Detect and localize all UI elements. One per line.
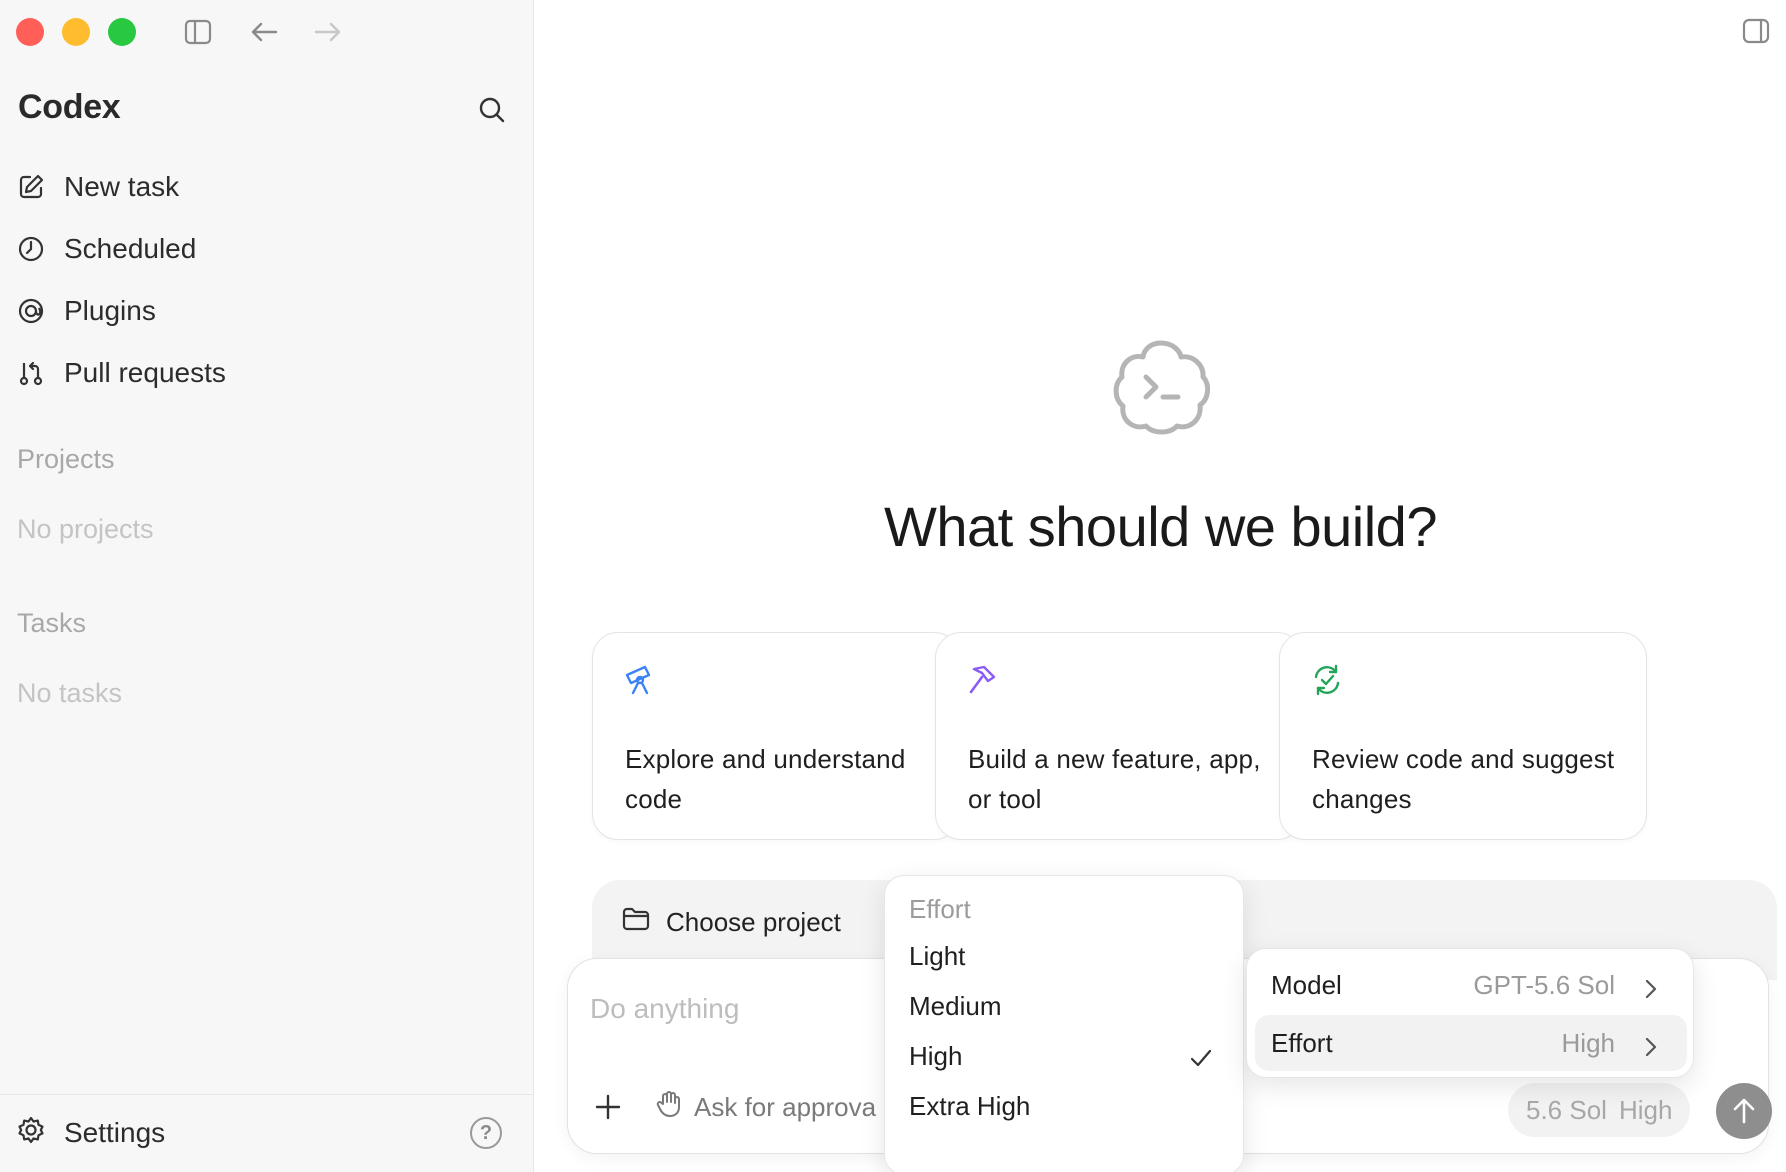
effort-option-label: High [909, 1040, 963, 1071]
sidebar-footer: Settings ? [0, 1094, 534, 1172]
plugins-icon [16, 296, 46, 326]
card-text: Build a new feature, app, or tool [968, 744, 1261, 814]
codex-logo-icon [1112, 337, 1210, 437]
review-cycle-icon [1310, 663, 1344, 697]
nav-new-task[interactable]: New task [16, 163, 516, 211]
projects-empty: No projects [17, 514, 154, 544]
sidebar-toggle-icon[interactable] [180, 14, 216, 50]
approval-mode-button[interactable]: Ask for approva [656, 1087, 876, 1127]
panel-toggle-icon[interactable] [1742, 18, 1770, 46]
suggestion-card-review[interactable]: Review code and suggest changes [1279, 632, 1647, 840]
nav-scheduled[interactable]: Scheduled [16, 225, 516, 273]
effort-option-label: Light [909, 940, 966, 971]
gear-icon [16, 1115, 46, 1152]
folder-icon [622, 907, 650, 938]
tasks-heading: Tasks [17, 608, 87, 638]
suggestion-card-build[interactable]: Build a new feature, app, or tool [935, 632, 1303, 840]
settings-label: Settings [64, 1117, 166, 1148]
checkmark-icon [1189, 1046, 1213, 1070]
card-text: Explore and understand code [625, 744, 906, 814]
back-arrow-icon[interactable] [246, 14, 282, 50]
search-icon[interactable] [474, 92, 510, 128]
card-text: Review code and suggest changes [1312, 744, 1615, 814]
app-title: Codex [18, 88, 121, 126]
effort-option-extra-high[interactable]: Extra High [893, 1082, 1237, 1130]
add-attachment-button[interactable] [590, 1089, 626, 1125]
suggestion-card-explore[interactable]: Explore and understand code [592, 632, 960, 840]
forward-arrow-icon[interactable] [310, 14, 346, 50]
model-row[interactable]: Model GPT-5.6 Sol [1255, 957, 1687, 1013]
choose-project-button[interactable]: Choose project [622, 902, 841, 942]
model-pill-model: 5.6 Sol [1526, 1094, 1607, 1125]
effort-option-high[interactable]: High [893, 1032, 1237, 1080]
tasks-empty: No tasks [17, 678, 123, 708]
nav-label: Scheduled [64, 233, 197, 264]
effort-menu-heading: Effort [909, 894, 971, 924]
hand-icon [656, 1090, 682, 1125]
model-pill-effort: High [1618, 1094, 1673, 1125]
nav-label: New task [64, 171, 180, 202]
send-button[interactable] [1716, 1083, 1772, 1139]
effort-option-label: Medium [909, 990, 1002, 1021]
model-row-label: Model [1271, 969, 1342, 1000]
model-effort-pill[interactable]: 5.6 Sol High [1508, 1083, 1691, 1137]
nav-plugins[interactable]: Plugins [16, 287, 516, 335]
settings-button[interactable]: Settings [16, 1109, 165, 1157]
zoom-window-button[interactable] [108, 18, 136, 46]
close-window-button[interactable] [16, 18, 44, 46]
effort-option-label: Extra High [909, 1090, 1031, 1121]
help-icon[interactable]: ? [470, 1117, 502, 1149]
effort-row-label: Effort [1271, 1027, 1333, 1058]
clock-icon [16, 234, 46, 264]
edit-icon [16, 172, 46, 202]
effort-row-value: High [1561, 1027, 1615, 1058]
projects-heading: Projects [17, 444, 115, 474]
model-row-value: GPT-5.6 Sol [1473, 969, 1615, 1000]
telescope-icon [623, 663, 657, 697]
minimize-window-button[interactable] [62, 18, 90, 46]
sidebar: Codex New task Scheduled Plugins Pull re… [0, 0, 534, 1172]
model-settings-menu: Model GPT-5.6 Sol Effort High [1246, 948, 1694, 1078]
choose-project-label: Choose project [666, 906, 841, 937]
nav-label: Plugins [64, 295, 156, 326]
pull-request-icon [16, 358, 46, 388]
chevron-right-icon [1641, 975, 1661, 999]
hammer-icon [966, 663, 1000, 697]
nav-label: Pull requests [64, 357, 226, 388]
chevron-right-icon [1641, 1033, 1661, 1057]
effort-row[interactable]: Effort High [1255, 1015, 1687, 1071]
nav-pull-requests[interactable]: Pull requests [16, 349, 516, 397]
effort-option-light[interactable]: Light [893, 932, 1237, 980]
approval-label: Ask for approva [694, 1091, 877, 1122]
effort-menu: Effort Light Medium High Extra High [884, 875, 1244, 1172]
effort-option-medium[interactable]: Medium [893, 982, 1237, 1030]
headline: What should we build? [884, 495, 1437, 558]
